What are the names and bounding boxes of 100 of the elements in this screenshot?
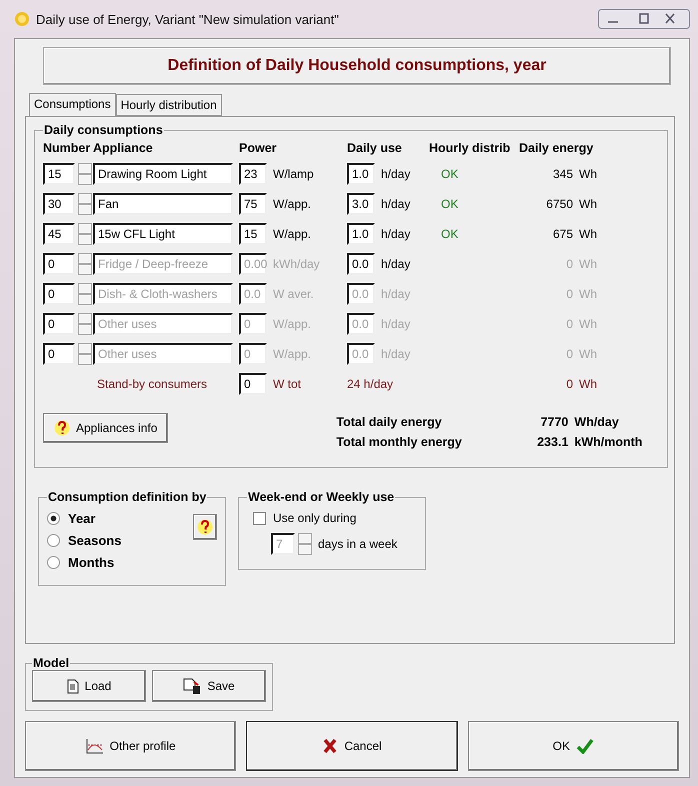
question-icon bbox=[197, 518, 213, 536]
power-field[interactable]: 75 bbox=[239, 193, 267, 215]
daily-use-field[interactable]: 1.0 bbox=[347, 163, 375, 185]
use-unit: h/day bbox=[381, 167, 412, 181]
energy-unit: Wh bbox=[579, 167, 598, 181]
power-field[interactable]: 23 bbox=[239, 163, 267, 185]
daily-use-field[interactable]: 1.0 bbox=[347, 223, 375, 245]
spin-buttons[interactable] bbox=[78, 283, 92, 305]
load-button[interactable]: Load bbox=[32, 670, 146, 702]
energy-unit: Wh bbox=[579, 377, 598, 391]
number-field[interactable]: 15 bbox=[43, 163, 75, 185]
spin-buttons[interactable] bbox=[298, 533, 312, 555]
use-unit: h/day bbox=[381, 197, 412, 211]
daily-energy: 0 bbox=[565, 377, 574, 391]
number-field[interactable]: 30 bbox=[43, 193, 75, 215]
use-unit: h/day bbox=[381, 227, 412, 241]
window-controls-icon[interactable] bbox=[598, 9, 690, 29]
radio-label: Year bbox=[68, 511, 96, 526]
column-header: Hourly distrib bbox=[429, 141, 512, 155]
appliances-info-button[interactable]: Appliances info bbox=[43, 413, 168, 443]
checkmark-icon bbox=[576, 738, 594, 754]
column-header: Power bbox=[239, 141, 278, 155]
group-title: Week-end or Weekly use bbox=[247, 490, 396, 504]
tab[interactable]: Consumptions bbox=[29, 93, 116, 116]
floppy-disk-icon bbox=[183, 678, 202, 694]
ok-button[interactable]: OK bbox=[468, 721, 679, 771]
window-title: Daily use of Energy, Variant "New simulation variant" bbox=[36, 12, 340, 26]
group-title: Model bbox=[32, 656, 70, 670]
daily-energy: 345 bbox=[552, 167, 574, 181]
hourly-status: OK bbox=[440, 197, 460, 211]
checkbox-label: Use only during bbox=[273, 511, 356, 525]
radio-label: Seasons bbox=[68, 533, 122, 548]
daily-energy: 0 bbox=[565, 287, 574, 301]
group-title: Consumption definition by bbox=[47, 490, 208, 504]
power-field[interactable]: 15 bbox=[239, 223, 267, 245]
radio-button[interactable] bbox=[47, 534, 60, 547]
daily-energy: 0 bbox=[565, 257, 574, 271]
radio-label: Months bbox=[68, 555, 114, 570]
cross-icon bbox=[322, 738, 338, 754]
appliance-field[interactable]: 15w CFL Light bbox=[93, 223, 233, 245]
spin-buttons[interactable] bbox=[78, 253, 92, 275]
total-label: Total monthly energy bbox=[336, 435, 463, 449]
daily-energy: 675 bbox=[552, 227, 574, 241]
appliance-field[interactable]: Drawing Room Light bbox=[93, 163, 233, 185]
total-value: 7770 bbox=[540, 415, 570, 429]
power-unit: W/app. bbox=[273, 197, 312, 211]
energy-unit: Wh bbox=[579, 257, 598, 271]
column-header: Number bbox=[43, 141, 92, 155]
column-header: Daily energy bbox=[519, 141, 594, 155]
power-unit: W/app. bbox=[273, 347, 312, 361]
use-unit: h/day bbox=[381, 287, 412, 301]
radio-button[interactable] bbox=[47, 512, 60, 525]
total-unit: Wh/day bbox=[574, 415, 620, 429]
question-icon bbox=[54, 419, 70, 437]
standby-use: 24 h/day bbox=[347, 377, 394, 391]
energy-unit: Wh bbox=[579, 317, 598, 331]
daily-energy: 6750 bbox=[545, 197, 574, 211]
power-unit: W/app. bbox=[273, 317, 312, 331]
help-button[interactable] bbox=[193, 514, 217, 540]
total-value: 233.1 bbox=[536, 435, 570, 449]
total-label: Total daily energy bbox=[336, 415, 443, 429]
chart-icon bbox=[86, 738, 104, 754]
tab[interactable]: Hourly distribution bbox=[116, 94, 222, 116]
total-unit: kWh/month bbox=[574, 435, 644, 449]
document-icon bbox=[66, 678, 79, 694]
use-unit: h/day bbox=[381, 317, 412, 331]
daily-energy: 0 bbox=[565, 317, 574, 331]
standby-label: Stand-by consumers bbox=[96, 377, 208, 391]
spin-buttons[interactable] bbox=[78, 223, 92, 245]
use-unit: h/day bbox=[381, 347, 412, 361]
energy-unit: Wh bbox=[579, 197, 598, 211]
energy-unit: Wh bbox=[579, 287, 598, 301]
power-unit: W tot bbox=[273, 377, 302, 391]
checkbox[interactable] bbox=[253, 512, 266, 524]
app-icon bbox=[14, 11, 30, 27]
column-header: Daily use bbox=[347, 141, 403, 155]
save-button[interactable]: Save bbox=[152, 670, 266, 702]
spin-buttons[interactable] bbox=[78, 313, 92, 335]
standby-power-field[interactable]: 0 bbox=[239, 373, 267, 395]
appliance-field[interactable]: Fan bbox=[93, 193, 233, 215]
energy-unit: Wh bbox=[579, 227, 598, 241]
days-label: days in a week bbox=[318, 537, 398, 551]
power-unit: kWh/day bbox=[273, 257, 321, 271]
use-unit: h/day bbox=[381, 257, 412, 271]
number-field[interactable]: 45 bbox=[43, 223, 75, 245]
radio-button[interactable] bbox=[47, 556, 60, 569]
column-header: Appliance bbox=[93, 141, 154, 155]
hourly-status: OK bbox=[440, 227, 460, 241]
profile-button[interactable]: Other profile bbox=[25, 721, 236, 771]
power-unit: W aver. bbox=[273, 287, 315, 301]
spin-buttons[interactable] bbox=[78, 343, 92, 365]
spin-buttons[interactable] bbox=[78, 163, 92, 185]
daily-energy: 0 bbox=[565, 347, 574, 361]
cancel-button[interactable]: Cancel bbox=[246, 721, 458, 771]
energy-unit: Wh bbox=[579, 347, 598, 361]
group-title: Daily consumptions bbox=[43, 123, 164, 137]
hourly-status: OK bbox=[440, 167, 460, 181]
power-unit: W/app. bbox=[273, 227, 312, 241]
daily-use-field[interactable]: 3.0 bbox=[347, 193, 375, 215]
spin-buttons[interactable] bbox=[78, 193, 92, 215]
